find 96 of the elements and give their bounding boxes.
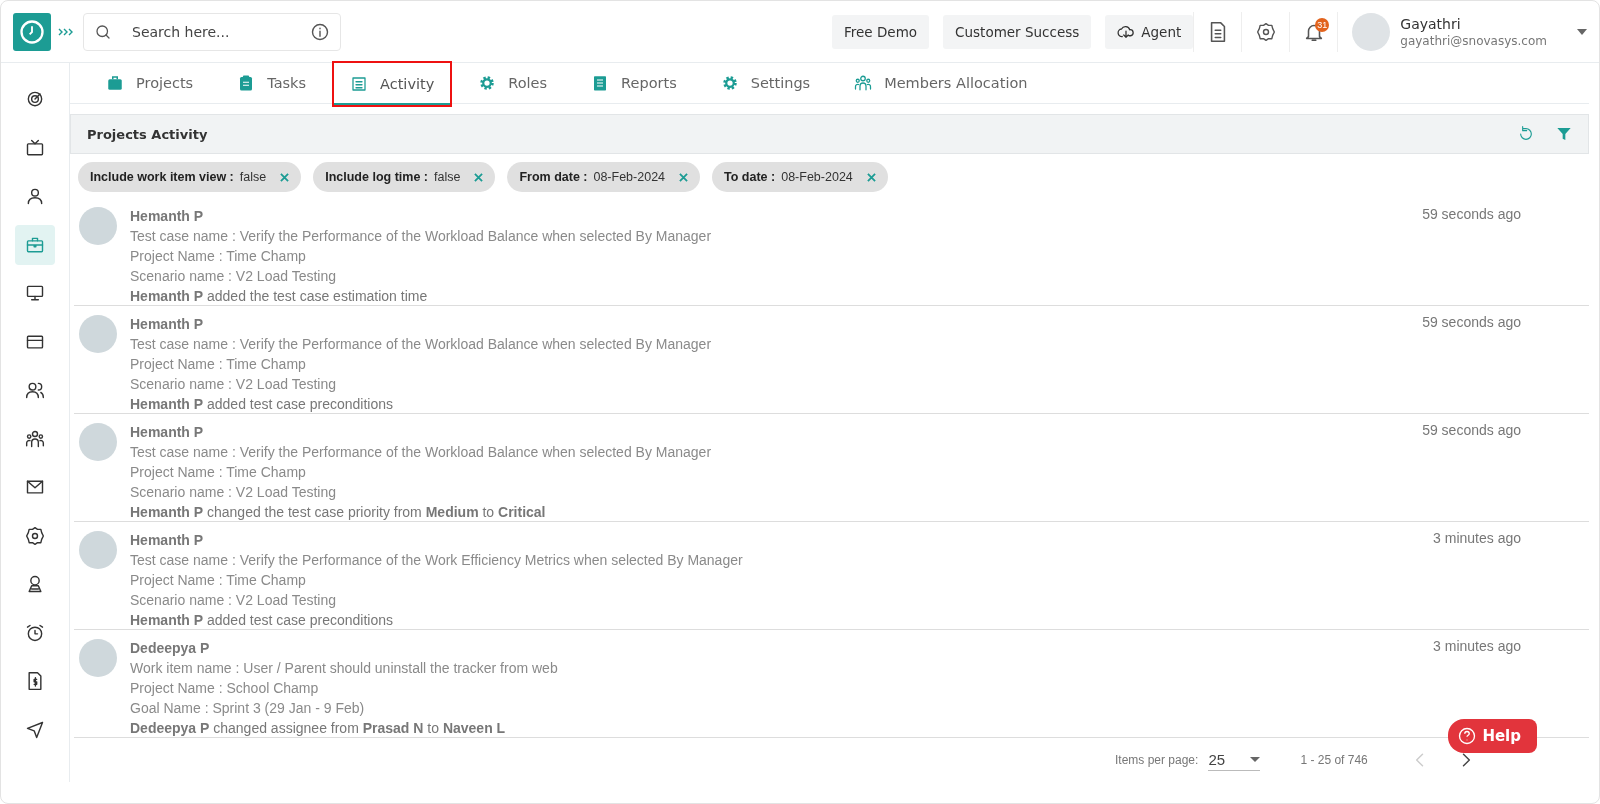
timestamp: 59 seconds ago: [1422, 206, 1521, 222]
search-icon: [94, 22, 112, 41]
nav-tab[interactable]: Tasks: [219, 64, 325, 102]
filter-icon[interactable]: [1556, 126, 1572, 142]
header-button[interactable]: Free Demo: [832, 14, 930, 49]
avatar-photo-placeholder: [78, 530, 118, 570]
agent-button[interactable]: Agent: [1105, 14, 1194, 49]
panel-title: Projects Activity: [87, 126, 209, 142]
target-icon: [25, 89, 45, 109]
notification-count: 31: [1315, 17, 1330, 32]
activity-detail: Scenario name : V2 Load Testing: [130, 483, 337, 502]
user-name: Hemanth P: [130, 207, 205, 226]
question-icon: [1458, 727, 1477, 745]
team-icon: [854, 74, 873, 92]
activity-detail: Scenario name : V2 Load Testing: [130, 375, 337, 394]
user-name: Dedeepya P: [130, 639, 211, 658]
app-logo[interactable]: [13, 12, 51, 51]
timestamp: 59 seconds ago: [1422, 314, 1521, 330]
activity-detail: Scenario name : V2 Load Testing: [130, 591, 337, 610]
filter-value: 08-Feb-2024: [781, 170, 853, 184]
activity-detail: Project Name : Time Champ: [130, 571, 307, 590]
avatar-photo-placeholder: [78, 638, 118, 678]
nav-tab[interactable]: Activity: [332, 61, 453, 107]
activity-description: Dedeepya P changed assignee from Prasad N to Naveen L: [130, 719, 507, 738]
filter-label: Include log time :: [325, 170, 428, 184]
user-name: Gayathri: [1400, 15, 1462, 32]
activity-detail: Project Name : School Champ: [130, 679, 320, 698]
activity-description: Hemanth P added test case preconditions: [130, 611, 395, 630]
activity-detail: Scenario name : V2 Load Testing: [130, 267, 337, 286]
user-email: gayathri@snovasys.com: [1400, 33, 1547, 48]
send-icon: [25, 719, 45, 740]
page-size-select[interactable]: 25: [1208, 749, 1261, 771]
gear-icon: [478, 74, 497, 92]
user-badge-icon: [25, 574, 45, 594]
close-icon[interactable]: [679, 172, 689, 182]
user-name: Hemanth P: [130, 531, 205, 550]
nav-tab[interactable]: Projects: [88, 64, 212, 102]
team-icon: [25, 428, 45, 449]
activity-detail: Project Name : Time Champ: [130, 463, 307, 482]
alarm-clock-icon: [25, 622, 45, 643]
activity-detail: Project Name : Time Champ: [130, 355, 307, 374]
filter-label: Include work item view :: [90, 170, 234, 184]
gear-icon: [720, 74, 739, 92]
filter-chip[interactable]: Include log time : false: [313, 162, 496, 192]
activity-detail: Goal Name : Sprint 3 (29 Jan - 9 Feb): [130, 699, 366, 718]
activity-detail: Test case name : Verify the Performance of the Workload Balance when selected By Manager: [130, 227, 713, 246]
items-per-page-label: Items per page:: [1115, 753, 1199, 767]
filter-label: From date :: [519, 170, 588, 184]
filter-value: false: [239, 170, 267, 184]
close-icon[interactable]: [280, 172, 290, 182]
filter-label: To date :: [724, 170, 776, 184]
user-name: Hemanth P: [130, 315, 205, 334]
activity-detail: Test case name : Verify the Performance of the Workload Balance when selected By Manager: [130, 443, 713, 462]
briefcase-icon: [106, 74, 124, 92]
settings-icon: [25, 525, 45, 546]
avatar-photo-placeholder: [78, 314, 118, 354]
nav-tab[interactable]: Roles: [460, 64, 566, 102]
activity-description: Hemanth P added the test case estimation time: [130, 287, 429, 306]
user-name: Hemanth P: [130, 423, 205, 442]
filter-chip[interactable]: From date : 08-Feb-2024: [507, 162, 701, 192]
nav-tab[interactable]: Members Allocation: [836, 64, 1046, 102]
info-icon: [310, 21, 330, 42]
timestamp: 59 seconds ago: [1422, 422, 1521, 438]
invoice-icon: [25, 671, 45, 691]
filter-value: false: [434, 170, 461, 184]
avatar-photo-placeholder: [78, 206, 118, 246]
activity-detail: Test case name : Verify the Performance of the Workload Balance when selected By Manager: [130, 335, 713, 354]
close-icon[interactable]: [866, 172, 876, 182]
user-icon: [25, 186, 45, 206]
settings-icon: [1255, 21, 1276, 42]
caret-icon: [1250, 757, 1261, 762]
search-bar[interactable]: Search here...: [83, 12, 341, 51]
timestamp: 3 minutes ago: [1433, 638, 1521, 654]
nav-tab[interactable]: Settings: [702, 64, 829, 102]
filter-value: 08-Feb-2024: [593, 170, 666, 184]
activity-description: Hemanth P added test case preconditions: [130, 395, 395, 414]
avatar-photo-placeholder: [78, 422, 118, 462]
monitor-icon: [25, 283, 45, 303]
activity-detail: Test case name : Verify the Performance of the Work Efficiency Metrics when selected By Manager: [130, 551, 744, 570]
mail-icon: [25, 477, 45, 497]
list-icon: [350, 75, 369, 93]
nav-tab[interactable]: Reports: [573, 64, 695, 102]
page-range: 1 - 25 of 746: [1300, 753, 1368, 767]
header-button[interactable]: Customer Success: [943, 14, 1092, 49]
users-icon: [25, 380, 45, 400]
timestamp: 3 minutes ago: [1433, 530, 1521, 546]
refresh-icon[interactable]: [1518, 126, 1534, 142]
tv-icon: [25, 137, 45, 158]
activity-description: Hemanth P changed the test case priority from Medium to Critical: [130, 503, 547, 522]
close-icon[interactable]: [474, 172, 484, 182]
activity-detail: Project Name : Time Champ: [130, 247, 307, 266]
filter-chip[interactable]: Include work item view : false: [78, 162, 302, 192]
help-button[interactable]: Help: [1448, 719, 1537, 753]
caret-icon[interactable]: [1577, 28, 1587, 35]
activity-detail: Work item name : User / Parent should uninstall the tracker from web: [130, 659, 559, 678]
filter-chip[interactable]: To date : 08-Feb-2024: [712, 162, 888, 192]
